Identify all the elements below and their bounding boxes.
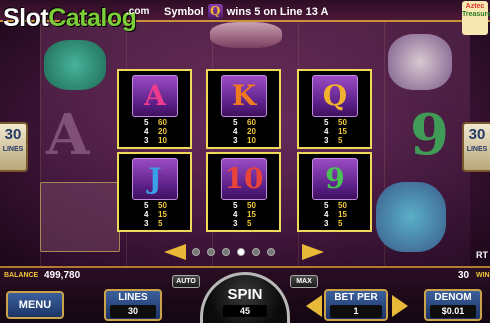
payout-count: 3	[324, 218, 329, 228]
spin-button[interactable]: SPIN 45	[200, 272, 290, 323]
paytable-symbol: A	[132, 75, 178, 117]
auto-button-label: AUTO	[176, 278, 196, 285]
win-message: Symbol Q wins 5 on Line 13 A	[164, 4, 328, 19]
payout-row: 35	[324, 218, 352, 229]
total-bet-value: 45	[223, 305, 267, 317]
auto-button[interactable]: AUTO	[172, 275, 200, 288]
max-bet-button[interactable]: MAX	[290, 275, 318, 288]
win-symbol-icon: Q	[207, 4, 223, 19]
balance-label: BALANCE	[4, 272, 39, 279]
paytable-card: J 5 50 4 15 3 5	[117, 152, 192, 232]
paytable-page-dots	[192, 248, 275, 256]
right-edge-label: RT	[476, 250, 488, 260]
page-dot[interactable]	[207, 248, 215, 256]
page-dot[interactable]	[252, 248, 260, 256]
payout-count: 3	[144, 218, 149, 228]
brand-part2: Catalog	[48, 4, 137, 32]
payout-row: 35	[324, 135, 352, 146]
paytable-card: Q 5 50 4 15 3 5	[297, 69, 372, 149]
payout-value: 5	[247, 218, 252, 228]
payout-row: 35	[233, 218, 261, 229]
payout-row: 3 10	[233, 135, 261, 146]
paytable-symbol: 10	[221, 158, 267, 200]
page-dot[interactable]	[222, 248, 230, 256]
lines-button-value: 30	[110, 305, 156, 318]
payout-value: 10	[158, 135, 167, 145]
game-logo: Aztec Treasure	[462, 1, 490, 35]
paytable-next-arrow[interactable]	[302, 244, 324, 260]
paytable-card: 9 5 50 4 15 3 5	[297, 152, 372, 232]
brand-logo: SlotCatalog	[3, 4, 137, 33]
denom-label: DENOM	[434, 292, 472, 303]
denom-value: $0.01	[430, 305, 476, 318]
balance-value: 499,780	[44, 270, 81, 281]
paytable-payouts: 5 60 4 20 3 10	[144, 118, 172, 146]
bet-decrease-arrow[interactable]	[306, 295, 322, 317]
lines-button-label: LINES	[118, 292, 148, 303]
active-lines-count: 30	[458, 270, 470, 281]
game-logo-line2: Treasure	[462, 11, 490, 18]
lines-button[interactable]: LINES 30	[104, 289, 162, 321]
spin-button-label: SPIN	[227, 286, 263, 303]
payout-value: 5	[158, 218, 163, 228]
page-dot[interactable]	[237, 248, 245, 256]
game-logo-line1: Aztec	[465, 3, 485, 10]
paytable-payouts: 5 50 4 15 3 5	[324, 201, 352, 229]
paytable-symbol: J	[132, 158, 178, 200]
payout-value: 10	[247, 135, 256, 145]
paytable-overlay: A 5 60 4 20 3 10 K 5 60 4 20 3 10 Q 5 50 4 15 3 5 J 5 50 4 15 3 5 10…	[0, 0, 490, 266]
paytable-symbol: 9	[312, 158, 358, 200]
brand-part1: Slot	[3, 4, 49, 32]
paytable-symbol: Q	[312, 75, 358, 117]
payout-count: 3	[233, 218, 238, 228]
denom-button[interactable]: DENOM $0.01	[424, 289, 482, 321]
page-dot[interactable]	[192, 248, 200, 256]
menu-button[interactable]: MENU	[6, 291, 64, 319]
win-message-prefix: Symbol	[164, 5, 204, 18]
payout-row: 3 10	[144, 135, 172, 146]
paytable-payouts: 5 50 4 15 3 5	[233, 201, 261, 229]
bet-per-label: BET PER	[334, 292, 378, 303]
paytable-payouts: 5 60 4 20 3 10	[233, 118, 261, 146]
paytable-card: 10 5 50 4 15 3 5	[206, 152, 281, 232]
paytable-payouts: 5 50 4 15 3 5	[324, 118, 352, 146]
payout-value: 5	[338, 218, 343, 228]
payout-row: 35	[144, 218, 172, 229]
paytable-card: A 5 60 4 20 3 10	[117, 69, 192, 149]
paytable-payouts: 5 50 4 15 3 5	[144, 201, 172, 229]
brand-domain: .com	[126, 6, 150, 17]
paytable-prev-arrow[interactable]	[164, 244, 186, 260]
bet-increase-arrow[interactable]	[392, 295, 408, 317]
payout-count: 3	[233, 135, 238, 145]
bet-per-value: 1	[330, 305, 382, 318]
payout-value: 5	[338, 135, 343, 145]
menu-button-label: MENU	[18, 299, 52, 311]
win-message-suffix: wins 5 on Line 13 A	[226, 5, 329, 18]
page-dot[interactable]	[267, 248, 275, 256]
payout-count: 3	[144, 135, 149, 145]
paytable-card: K 5 60 4 20 3 10	[206, 69, 281, 149]
paytable-symbol: K	[221, 75, 267, 117]
max-bet-button-label: MAX	[296, 278, 312, 285]
payout-count: 3	[324, 135, 329, 145]
win-label: WIN	[476, 272, 490, 279]
bet-per-button[interactable]: BET PER 1	[324, 289, 388, 321]
